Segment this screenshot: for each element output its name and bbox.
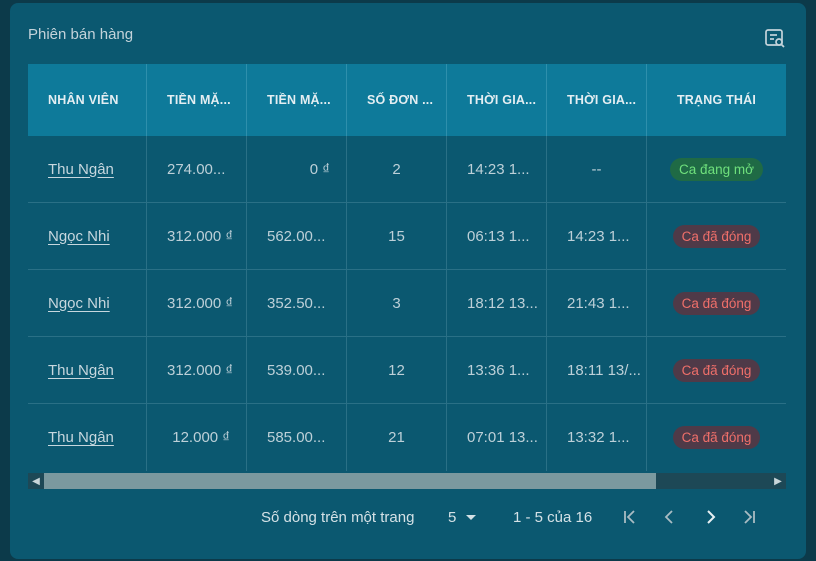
status-badge: Ca đã đóng [672, 358, 761, 382]
table-row[interactable]: Ngọc Nhi 312.000 ₫ 562.00... 15 06:13 1.… [28, 203, 786, 270]
open-time-cell: 06:13 1... [447, 203, 547, 269]
table-header: NHÂN VIÊN TIỀN MẶ... TIỀN MẶ... SỐ ĐƠN .… [28, 64, 786, 136]
close-time-cell: -- [547, 136, 647, 202]
status-badge: Ca đã đóng [672, 426, 761, 449]
order-count-cell: 21 [347, 404, 447, 471]
order-count-cell: 2 [347, 136, 447, 202]
rows-per-page-value: 5 [448, 508, 457, 526]
sales-sessions-card: Phiên bán hàng NHÂN VIÊN TIỀN MẶ... TIỀN… [10, 3, 806, 559]
order-count-cell: 3 [347, 270, 447, 336]
column-header-status[interactable]: TRẠNG THÁI [647, 64, 786, 136]
sessions-table: NHÂN VIÊN TIỀN MẶ... TIỀN MẶ... SỐ ĐƠN .… [28, 64, 786, 489]
closing-cash-cell: 539.00... [247, 337, 347, 403]
first-page-icon[interactable] [620, 507, 640, 527]
close-time-cell: 18:11 13/... [547, 337, 647, 403]
column-header-staff[interactable]: NHÂN VIÊN [28, 64, 147, 136]
table-row[interactable]: Thu Ngân 274.00... 0 ₫ 2 14:23 1... -- C… [28, 136, 786, 203]
staff-link[interactable]: Thu Ngân [48, 362, 114, 379]
table-row[interactable]: Thu Ngân 12.000 ₫ 585.00... 21 07:01 13.… [28, 404, 786, 471]
staff-link[interactable]: Thu Ngân [48, 429, 114, 446]
staff-link[interactable]: Ngọc Nhi [48, 295, 110, 312]
open-time-cell: 14:23 1... [447, 136, 547, 202]
scroll-right-arrow-icon[interactable]: ▶ [770, 473, 786, 489]
caret-down-icon [466, 515, 477, 520]
table-body: Thu Ngân 274.00... 0 ₫ 2 14:23 1... -- C… [28, 136, 786, 471]
horizontal-scrollbar[interactable]: ◀ ▶ [28, 473, 786, 489]
column-header-order-count[interactable]: SỐ ĐƠN ... [347, 64, 447, 136]
staff-link[interactable]: Ngọc Nhi [48, 228, 110, 245]
closing-cash-cell: 0 ₫ [247, 136, 347, 202]
column-header-closing-cash[interactable]: TIỀN MẶ... [247, 64, 347, 136]
opening-cash-cell: 12.000 ₫ [147, 404, 247, 471]
column-header-opening-cash[interactable]: TIỀN MẶ... [147, 64, 247, 136]
card-title: Phiên bán hàng [28, 26, 134, 43]
last-page-icon[interactable] [739, 507, 759, 527]
rows-per-page-select[interactable]: 5 [448, 505, 478, 529]
opening-cash-cell: 274.00... [147, 136, 247, 202]
open-time-cell: 13:36 1... [447, 337, 547, 403]
status-badge: Ca đã đóng [672, 291, 761, 315]
open-time-cell: 18:12 13... [447, 270, 547, 336]
close-time-cell: 14:23 1... [547, 203, 647, 269]
column-header-open-time[interactable]: THỜI GIA... [447, 64, 547, 136]
filter-list-icon[interactable] [764, 27, 786, 49]
status-badge: Ca đã đóng [672, 224, 761, 248]
scroll-left-arrow-icon[interactable]: ◀ [28, 473, 44, 489]
closing-cash-cell: 585.00... [247, 404, 347, 471]
previous-page-icon[interactable] [660, 507, 680, 527]
open-time-cell: 07:01 13... [447, 404, 547, 471]
table-row[interactable]: Thu Ngân 312.000 ₫ 539.00... 12 13:36 1.… [28, 337, 786, 404]
staff-link[interactable]: Thu Ngân [48, 161, 114, 178]
order-count-cell: 15 [347, 203, 447, 269]
table-row[interactable]: Ngọc Nhi 312.000 ₫ 352.50... 3 18:12 13.… [28, 270, 786, 337]
scrollbar-thumb[interactable] [44, 473, 656, 489]
opening-cash-cell: 312.000 ₫ [147, 203, 247, 269]
closing-cash-cell: 562.00... [247, 203, 347, 269]
next-page-icon[interactable] [700, 507, 720, 527]
page-range-label: 1 - 5 của 16 [513, 508, 593, 526]
order-count-cell: 12 [347, 337, 447, 403]
close-time-cell: 21:43 1... [547, 270, 647, 336]
opening-cash-cell: 312.000 ₫ [147, 270, 247, 336]
status-badge: Ca đang mở [670, 157, 763, 181]
closing-cash-cell: 352.50... [247, 270, 347, 336]
rows-per-page-label: Số dòng trên một trang [261, 508, 415, 526]
close-time-cell: 13:32 1... [547, 404, 647, 471]
column-header-close-time[interactable]: THỜI GIA... [547, 64, 647, 136]
opening-cash-cell: 312.000 ₫ [147, 337, 247, 403]
